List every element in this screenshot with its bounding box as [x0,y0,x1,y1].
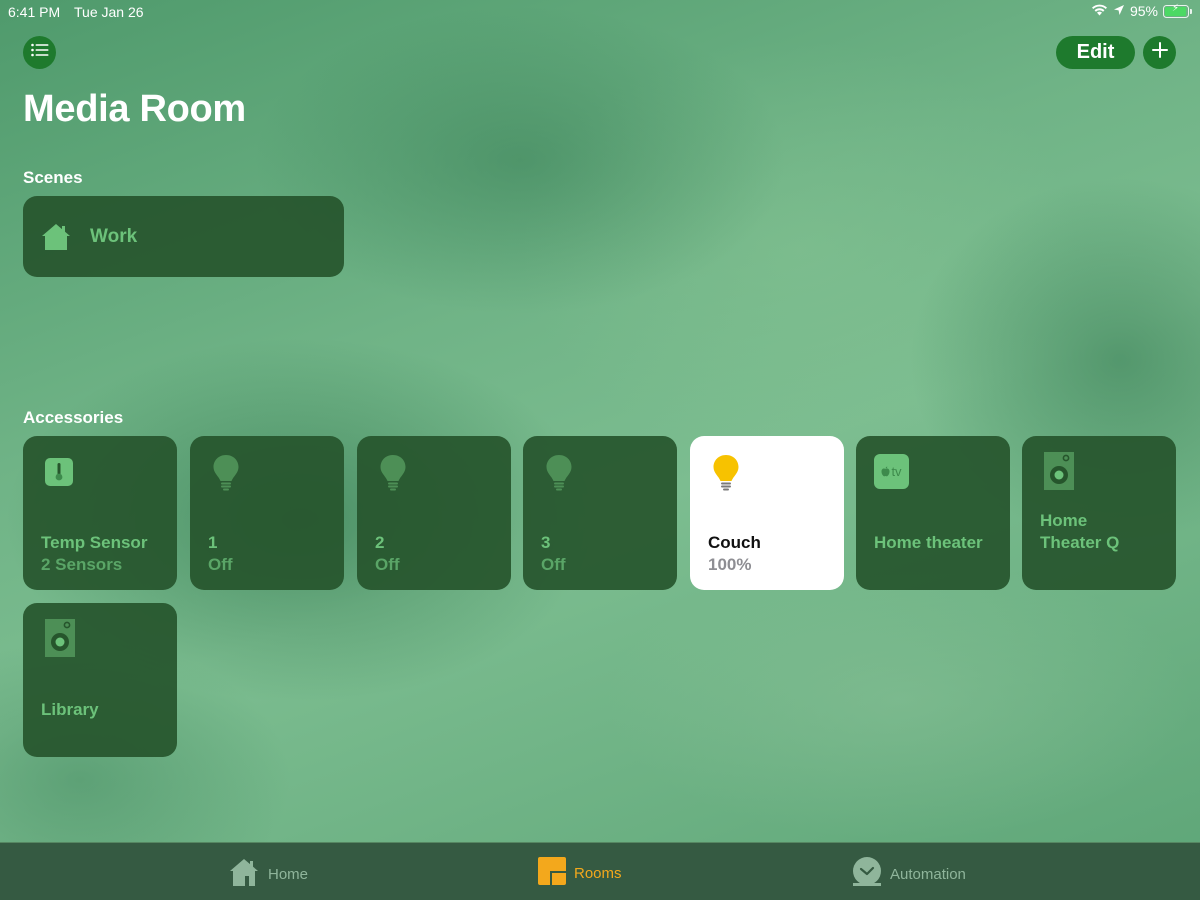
scene-label: Work [90,225,138,247]
accessory-tile-temp-sensor[interactable]: Temp Sensor 2 Sensors [23,436,177,590]
apple-tv-icon: tv [874,454,909,489]
accessory-name: Home Theater Q [1040,511,1120,552]
tile-text: 2 Off [375,532,501,576]
tab-label: Automation [890,865,966,883]
tile-text: Temp Sensor 2 Sensors [41,532,167,576]
accessory-status: Off [208,555,233,574]
accessory-tile-light-2[interactable]: 2 Off [357,436,511,590]
accessory-tile-home-theater-q[interactable]: Home Theater Q [1022,436,1176,590]
menu-button[interactable] [23,36,56,69]
tab-automation[interactable]: Automation [852,857,966,891]
accessory-tile-light-1[interactable]: 1 Off [190,436,344,590]
battery-nub [1190,8,1192,14]
accessory-name: Temp Sensor [41,533,148,552]
accessory-status: 100% [708,555,752,574]
lightbulb-icon [545,454,573,497]
lightbulb-icon [379,454,407,497]
accessory-name: 1 [208,533,218,552]
tile-text: Home Theater Q [1040,510,1166,554]
tile-text: 3 Off [541,532,667,576]
accessory-name: Library [41,700,99,719]
tile-text: 1 Off [208,532,334,576]
house-icon [228,857,260,891]
rooms-icon [538,857,566,889]
accessory-name: Couch [708,533,761,552]
speaker-icon [1044,452,1074,495]
battery-icon: ⚡ [1163,2,1189,18]
tab-label: Rooms [574,864,622,882]
house-icon [40,222,72,252]
tab-label: Home [268,865,309,883]
accessory-name: 2 [375,533,385,552]
accessory-tile-light-3[interactable]: 3 Off [523,436,677,590]
tab-rooms[interactable]: Rooms [538,857,622,889]
clock-check-icon [852,857,882,891]
scene-tile-work[interactable]: Work [23,196,344,277]
accessory-tile-library[interactable]: Library [23,603,177,757]
apple-tv-text: tv [891,464,902,479]
status-bar: 6:41 PM Tue Jan 26 95% ⚡ [0,0,1200,24]
accessory-name: 3 [541,533,551,552]
charging-bolt-icon: ⚡ [1172,2,1180,14]
tile-text: Home theater [874,532,1000,554]
status-indicators: 95% ⚡ [1091,3,1192,19]
page-title: Media Room [23,88,246,130]
tile-text: Couch 100% [708,532,834,576]
accessory-tile-couch[interactable]: Couch 100% [690,436,844,590]
accessories-section-label: Accessories [23,408,124,427]
tile-text: Library [41,699,167,721]
accessory-status: 2 Sensors [41,555,123,574]
status-date: Tue Jan 26 [74,4,144,20]
thermometer-icon [45,458,73,491]
accessory-status: Off [375,555,400,574]
tab-home[interactable]: Home [228,857,308,891]
accessory-status: Off [541,555,566,574]
battery-percent: 95% [1129,3,1158,19]
status-time: 6:41 PM [8,4,61,20]
accessory-tile-home-theater[interactable]: tv Home theater [856,436,1010,590]
plus-icon [1151,41,1169,64]
speaker-icon [45,619,75,662]
lightbulb-on-icon [712,454,740,497]
accessory-name: Home theater [874,533,983,552]
location-arrow-icon [1113,3,1125,19]
wifi-icon [1091,3,1108,19]
lightbulb-icon [212,454,240,497]
tab-bar: Home Rooms Automation [0,842,1200,900]
list-icon [30,43,49,62]
scenes-section-label: Scenes [23,168,83,187]
add-button[interactable] [1143,36,1176,69]
edit-button[interactable]: Edit [1056,36,1135,69]
